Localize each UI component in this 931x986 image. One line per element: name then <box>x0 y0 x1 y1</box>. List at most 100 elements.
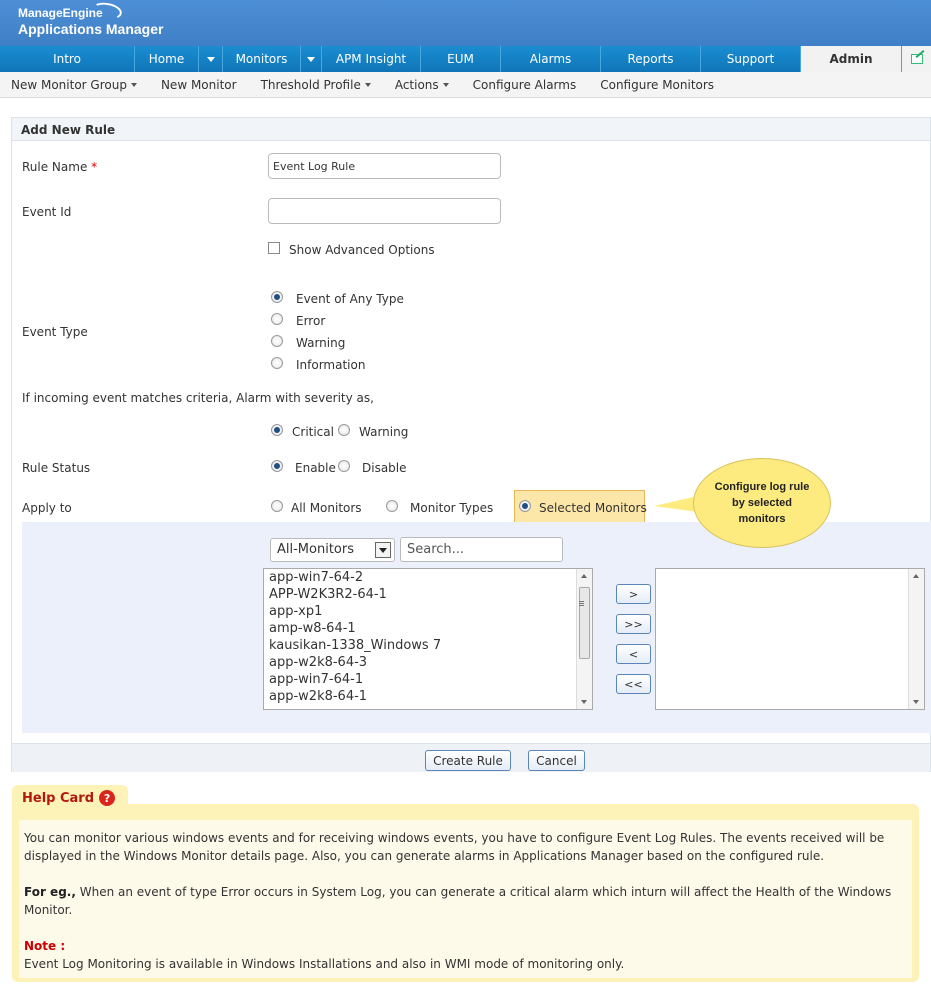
monitor-filter-select[interactable]: All-Monitors <box>270 538 395 562</box>
status-enable-label: Enable <box>295 461 336 475</box>
edit-icon <box>910 54 923 64</box>
tab-support[interactable]: Support <box>701 46 801 72</box>
tab-admin[interactable]: Admin <box>801 46 902 72</box>
home-dropdown-caret[interactable] <box>199 46 223 72</box>
available-list-scrollbar[interactable] <box>576 569 592 709</box>
subnav-new-monitor[interactable]: New Monitor <box>161 78 237 92</box>
main-nav: Intro Home Monitors APM Insight EUM Alar… <box>0 46 931 72</box>
event-type-information-radio[interactable] <box>271 357 283 369</box>
required-marker: * <box>91 160 98 174</box>
create-rule-button[interactable]: Create Rule <box>425 750 511 771</box>
scroll-up-icon[interactable] <box>913 574 919 578</box>
scroll-down-icon[interactable] <box>913 700 919 704</box>
list-item[interactable]: app-w2k8-64-3 <box>264 654 592 671</box>
event-id-label: Event Id <box>22 205 72 219</box>
event-type-label: Event Type <box>22 325 88 339</box>
severity-critical-label: Critical <box>292 425 334 439</box>
event-type-warning-label: Warning <box>296 336 346 350</box>
list-item[interactable]: app-xp1 <box>264 603 592 620</box>
chevron-down-icon <box>307 56 315 62</box>
callout-tail <box>654 496 698 512</box>
subnav-new-monitor-group[interactable]: New Monitor Group <box>11 78 137 92</box>
help-example: For eg., When an event of type Error occ… <box>24 885 892 917</box>
monitors-dropdown-caret[interactable] <box>301 46 322 72</box>
callout-bubble: Configure log rule by selected monitors <box>693 458 831 548</box>
status-disable-radio[interactable] <box>338 460 350 472</box>
apply-all-monitors-label: All Monitors <box>291 501 362 515</box>
tab-alarms[interactable]: Alarms <box>501 46 601 72</box>
event-id-input[interactable] <box>268 198 501 224</box>
monitor-selection-panel: All-Monitors Search... app-win7-64-2 APP… <box>22 522 931 733</box>
brand-product: Applications Manager <box>18 21 164 37</box>
tab-apm-insight[interactable]: APM Insight <box>322 46 421 72</box>
event-type-any-label: Event of Any Type <box>296 292 404 306</box>
brand-logo[interactable]: ManageEngine Applications Manager <box>18 0 164 37</box>
tab-monitors[interactable]: Monitors <box>223 46 301 72</box>
show-advanced-label: Show Advanced Options <box>289 243 435 257</box>
event-type-any-radio[interactable] <box>271 291 283 303</box>
form-title: Add New Rule <box>12 118 930 141</box>
subnav-actions[interactable]: Actions <box>395 78 449 92</box>
apply-all-monitors-radio[interactable] <box>271 500 283 512</box>
list-item[interactable]: kausikan-1338_Windows 7 <box>264 637 592 654</box>
apply-to-label: Apply to <box>22 501 72 515</box>
help-paragraph: You can monitor various windows events a… <box>24 831 885 863</box>
tab-reports[interactable]: Reports <box>601 46 701 72</box>
show-advanced-checkbox[interactable] <box>268 242 280 254</box>
tab-eum[interactable]: EUM <box>421 46 501 72</box>
apply-monitor-types-radio[interactable] <box>386 500 398 512</box>
selected-monitors-list[interactable] <box>655 568 925 710</box>
cancel-button[interactable]: Cancel <box>528 750 585 771</box>
grip-icon <box>579 601 584 602</box>
monitor-search-input[interactable]: Search... <box>400 537 563 562</box>
chevron-down-icon <box>130 82 137 87</box>
severity-description: If incoming event matches criteria, Alar… <box>22 391 374 405</box>
chevron-down-icon <box>442 82 449 87</box>
scroll-thumb[interactable] <box>579 587 590 659</box>
tab-intro[interactable]: Intro <box>0 46 135 72</box>
rule-name-label: Rule Name * <box>22 160 98 174</box>
app-header: ManageEngine Applications Manager <box>0 0 931 46</box>
event-type-information-label: Information <box>296 358 366 372</box>
subnav-threshold-profile[interactable]: Threshold Profile <box>261 78 371 92</box>
event-type-error-radio[interactable] <box>271 313 283 325</box>
help-note-label: Note : <box>24 939 66 953</box>
chevron-down-icon <box>206 56 215 62</box>
list-item[interactable]: amp-w8-64-1 <box>264 620 592 637</box>
available-monitors-list[interactable]: app-win7-64-2 APP-W2K3R2-64-1 app-xp1 am… <box>263 568 593 710</box>
move-left-button[interactable]: < <box>616 644 651 664</box>
list-item[interactable]: app-w2k8-64-1 <box>264 688 592 705</box>
move-all-left-button[interactable]: << <box>616 674 651 694</box>
form-button-bar: Create Rule Cancel <box>12 743 930 772</box>
apply-monitor-types-label: Monitor Types <box>410 501 494 515</box>
severity-warning-label: Warning <box>359 425 409 439</box>
list-item[interactable]: APP-W2K3R2-64-1 <box>264 586 592 603</box>
list-item[interactable]: app-win7-64-2 <box>264 569 592 586</box>
severity-critical-radio[interactable] <box>271 424 283 436</box>
move-right-button[interactable]: > <box>616 584 651 604</box>
help-note-text: Event Log Monitoring is available in Win… <box>24 957 625 971</box>
add-rule-form: Add New Rule Rule Name * Event Log Rule … <box>11 117 931 772</box>
help-card-content: You can monitor various windows events a… <box>19 820 912 978</box>
tab-home[interactable]: Home <box>135 46 199 72</box>
subnav-configure-monitors[interactable]: Configure Monitors <box>600 78 714 92</box>
apply-selected-monitors-radio[interactable] <box>519 500 531 512</box>
rule-name-input[interactable]: Event Log Rule <box>268 153 501 179</box>
event-type-warning-radio[interactable] <box>271 335 283 347</box>
scroll-down-icon[interactable] <box>581 700 587 704</box>
status-disable-label: Disable <box>362 461 407 475</box>
severity-warning-radio[interactable] <box>338 424 350 436</box>
edit-tab[interactable] <box>902 46 931 72</box>
apply-selected-monitors-label: Selected Monitors <box>539 501 647 515</box>
subnav-configure-alarms[interactable]: Configure Alarms <box>473 78 577 92</box>
chevron-down-icon[interactable] <box>375 542 391 558</box>
scroll-up-icon[interactable] <box>581 574 587 578</box>
sub-nav: New Monitor Group New Monitor Threshold … <box>0 72 931 98</box>
help-question-icon[interactable]: ? <box>99 790 116 806</box>
selected-list-scrollbar[interactable] <box>908 569 924 709</box>
list-item[interactable]: app-win7-64-1 <box>264 671 592 688</box>
chevron-down-icon <box>364 82 371 87</box>
move-all-right-button[interactable]: >> <box>616 614 651 634</box>
status-enable-radio[interactable] <box>271 460 283 472</box>
event-type-error-label: Error <box>296 314 326 328</box>
